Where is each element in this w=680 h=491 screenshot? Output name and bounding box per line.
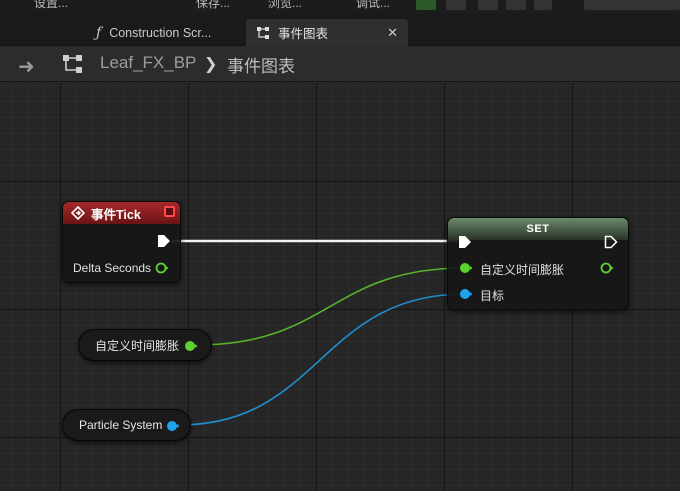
back-arrow-icon[interactable]: ➜ — [18, 54, 35, 79]
variable-label: Particle System — [79, 418, 163, 432]
blueprint-name[interactable]: Leaf_FX_BP — [100, 53, 196, 73]
node-header: SET — [448, 218, 628, 240]
exec-out-pin-icon[interactable] — [604, 235, 618, 249]
exec-out-pin-icon[interactable] — [157, 234, 171, 248]
float-out-pin-icon[interactable] — [600, 261, 614, 275]
stop-button[interactable] — [478, 0, 498, 10]
toolbar-item[interactable]: 设置... — [34, 0, 68, 10]
node-title: SET — [526, 223, 550, 235]
tab-label: Construction Scr... — [109, 25, 212, 40]
step-button[interactable] — [446, 0, 466, 10]
close-icon[interactable]: ✕ — [387, 25, 398, 41]
variable-label: 自定义时间膨胀 — [95, 338, 180, 353]
document-tab-bar: ƒ Construction Scr... 事件图表 ✕ — [0, 14, 680, 46]
pin-label-custom-dilation: 自定义时间膨胀 — [480, 263, 565, 277]
breadcrumb-current: 事件图表 — [227, 57, 295, 76]
exec-in-pin-icon[interactable] — [458, 235, 472, 249]
main-toolbar: 设置... 保存... 浏览... 调试... — [0, 0, 680, 14]
particle-system-getter[interactable]: Particle System — [62, 409, 191, 441]
node-title: 事件Tick — [91, 207, 141, 222]
pause-button[interactable] — [506, 0, 526, 10]
event-tick-node[interactable]: 事件Tick Delta Seconds — [62, 201, 181, 283]
breadcrumb-separator: ❯ — [204, 56, 218, 73]
object-out-pin-icon[interactable] — [166, 419, 180, 433]
delegate-pin-icon[interactable] — [164, 206, 175, 217]
play-button[interactable] — [416, 0, 436, 10]
float-out-pin-icon[interactable] — [155, 261, 169, 275]
toolbar-item[interactable]: 调试... — [356, 0, 390, 10]
pin-label-target: 目标 — [480, 289, 505, 303]
toolbar-item[interactable]: 浏览... — [268, 0, 302, 10]
toolbar-item[interactable]: 保存... — [196, 0, 230, 10]
function-icon: ƒ — [96, 24, 102, 41]
float-in-pin-icon[interactable] — [459, 261, 473, 275]
pin-label-delta-seconds: Delta Seconds — [73, 261, 152, 275]
node-header: 事件Tick — [63, 202, 180, 224]
object-in-pin-icon[interactable] — [459, 287, 473, 301]
float-out-pin-icon[interactable] — [184, 339, 198, 353]
event-diamond-icon — [71, 206, 85, 220]
event-graph-icon — [257, 26, 269, 39]
more-options-button[interactable] — [534, 0, 552, 10]
tab-construction-script[interactable]: ƒ Construction Scr... — [86, 19, 246, 46]
breadcrumb: ➜ Leaf_FX_BP ❯ 事件图表 — [0, 46, 680, 82]
graph-icon — [63, 55, 82, 73]
tab-label: 事件图表 — [278, 27, 329, 41]
tab-event-graph[interactable]: 事件图表 ✕ — [246, 19, 408, 46]
set-variable-node[interactable]: SET 自定义时间膨胀 目标 — [447, 217, 629, 310]
debug-filter-dropdown[interactable] — [584, 0, 680, 10]
custom-time-dilation-getter[interactable]: 自定义时间膨胀 — [78, 329, 212, 361]
